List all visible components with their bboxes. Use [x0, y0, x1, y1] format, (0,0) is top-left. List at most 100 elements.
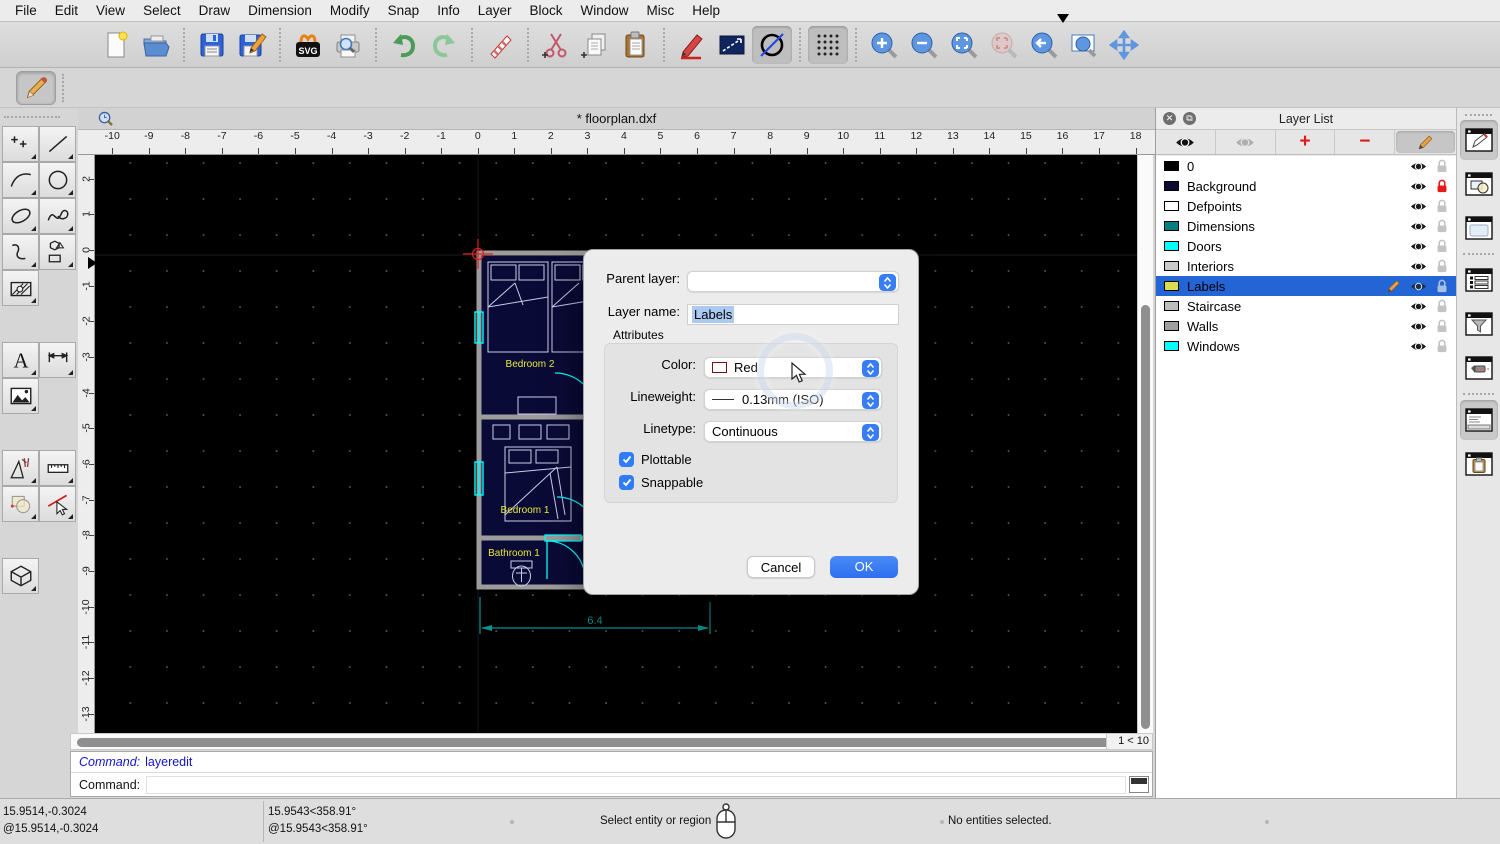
vertical-scrollbar[interactable]	[1137, 155, 1153, 733]
solid-3d-button[interactable]	[2, 558, 39, 594]
draw-tools-button[interactable]	[2, 450, 39, 486]
layer-visibility-icon[interactable]	[1410, 161, 1427, 172]
layer-lock-icon[interactable]	[1436, 299, 1448, 313]
plottable-checkbox[interactable]	[619, 452, 634, 467]
zoom-selection-button[interactable]	[984, 26, 1024, 64]
shapes-tool-button[interactable]	[39, 234, 76, 270]
layer-list-dock-button[interactable]	[1460, 120, 1498, 160]
open-file-button[interactable]	[136, 26, 176, 64]
ellipses-tool-button[interactable]	[2, 198, 39, 234]
layer-visibility-icon[interactable]	[1410, 301, 1427, 312]
previous-view-button[interactable]	[1024, 26, 1064, 64]
layer-row[interactable]: 0	[1156, 156, 1456, 176]
layer-visibility-icon[interactable]	[1410, 261, 1427, 272]
menu-item[interactable]: Misc	[638, 3, 684, 18]
menu-item[interactable]: Select	[134, 3, 190, 18]
layer-lock-icon[interactable]	[1436, 179, 1448, 193]
menu-item[interactable]: Snap	[379, 3, 429, 18]
layer-row[interactable]: Background	[1156, 176, 1456, 196]
grid-toggle-button[interactable]	[808, 26, 848, 64]
layer-lock-icon[interactable]	[1436, 259, 1448, 273]
menu-item[interactable]: Info	[428, 3, 469, 18]
select-line-button[interactable]	[39, 486, 76, 522]
undo-button[interactable]	[384, 26, 424, 64]
layer-visibility-icon[interactable]	[1410, 181, 1427, 192]
layer-row[interactable]: Dimensions	[1156, 216, 1456, 236]
menu-item[interactable]: Block	[521, 3, 572, 18]
layer-row[interactable]: Labels	[1156, 276, 1456, 296]
splines-tool-button[interactable]	[39, 198, 76, 234]
menu-item[interactable]: Edit	[46, 3, 87, 18]
window-zoom-button[interactable]	[1064, 26, 1104, 64]
pencil-tool-button[interactable]	[16, 71, 56, 105]
menu-item[interactable]: Draw	[190, 3, 240, 18]
snappable-checkbox[interactable]	[619, 475, 634, 490]
points-tool-button[interactable]	[2, 126, 39, 162]
show-all-layers-button[interactable]	[1156, 130, 1216, 154]
library-browser-dock-button[interactable]	[1460, 208, 1498, 248]
menu-item[interactable]: File	[6, 3, 46, 18]
layer-lock-icon[interactable]	[1436, 339, 1448, 353]
dimension-tool-button[interactable]	[39, 342, 76, 378]
menu-item[interactable]: Layer	[469, 3, 521, 18]
lines-tool-button[interactable]	[39, 126, 76, 162]
layer-visibility-icon[interactable]	[1410, 201, 1427, 212]
palette-handle[interactable]	[4, 116, 60, 118]
horizontal-scroll-thumb[interactable]	[77, 738, 1123, 747]
layer-row[interactable]: Defpoints	[1156, 196, 1456, 216]
layer-visibility-icon[interactable]	[1410, 321, 1427, 332]
property-editor-dock-button[interactable]	[1460, 260, 1498, 300]
menu-item[interactable]: View	[87, 3, 134, 18]
new-file-button[interactable]	[96, 26, 136, 64]
panel-close-button[interactable]: ✕	[1163, 112, 1176, 125]
parent-layer-select[interactable]	[687, 271, 899, 292]
zoom-in-button[interactable]	[864, 26, 904, 64]
zoom-out-button[interactable]	[904, 26, 944, 64]
text-tool-button[interactable]: A	[2, 342, 39, 378]
layer-name-input[interactable]: Labels	[687, 304, 899, 325]
paste-button[interactable]	[616, 26, 656, 64]
distance-tool-button[interactable]	[712, 26, 752, 64]
save-as-button[interactable]	[232, 26, 272, 64]
cancel-button[interactable]: Cancel	[747, 556, 815, 578]
boolean-ops-button[interactable]	[2, 486, 39, 522]
layer-row[interactable]: Staircase	[1156, 296, 1456, 316]
layer-row[interactable]: Interiors	[1156, 256, 1456, 276]
draft-mode-button[interactable]	[752, 26, 792, 64]
cut-button[interactable]	[536, 26, 576, 64]
layer-lock-icon[interactable]	[1436, 239, 1448, 253]
remove-entity-button[interactable]	[480, 26, 520, 64]
hide-all-layers-button[interactable]	[1216, 130, 1276, 154]
layer-visibility-icon[interactable]	[1410, 241, 1427, 252]
ok-button[interactable]: OK	[830, 556, 898, 578]
edit-layer-button[interactable]	[1396, 131, 1455, 153]
hatch-tool-button[interactable]	[2, 270, 39, 306]
copy-button[interactable]	[576, 26, 616, 64]
layer-visibility-icon[interactable]	[1410, 281, 1427, 292]
add-layer-button[interactable]: +	[1276, 130, 1336, 154]
vertical-scroll-thumb[interactable]	[1141, 305, 1150, 729]
menu-item[interactable]: Help	[683, 3, 729, 18]
save-button[interactable]	[192, 26, 232, 64]
menu-item[interactable]: Window	[572, 3, 638, 18]
pen-edit-button[interactable]	[672, 26, 712, 64]
panel-float-button[interactable]: ⧉	[1183, 112, 1196, 125]
command-line-dock-button[interactable]	[1460, 400, 1498, 440]
layer-lock-icon[interactable]	[1436, 219, 1448, 233]
measure-tool-button[interactable]	[39, 450, 76, 486]
layer-lock-icon[interactable]	[1436, 279, 1448, 293]
layer-row[interactable]: Doors	[1156, 236, 1456, 256]
dock-handle[interactable]	[1465, 114, 1492, 116]
menu-item[interactable]: Modify	[321, 3, 379, 18]
pen-settings-dock-button[interactable]	[1460, 348, 1498, 388]
block-list-dock-button[interactable]	[1460, 164, 1498, 204]
remove-layer-button[interactable]: −	[1335, 130, 1395, 154]
linetype-select[interactable]: Continuous	[704, 421, 882, 442]
layer-lock-icon[interactable]	[1436, 319, 1448, 333]
arcs-tool-button[interactable]	[2, 162, 39, 198]
polylines-tool-button[interactable]	[2, 234, 39, 270]
layer-row[interactable]: Windows	[1156, 336, 1456, 356]
layer-lock-icon[interactable]	[1436, 199, 1448, 213]
svg-export-button[interactable]: SVG	[288, 26, 328, 64]
image-tool-button[interactable]	[2, 378, 39, 414]
